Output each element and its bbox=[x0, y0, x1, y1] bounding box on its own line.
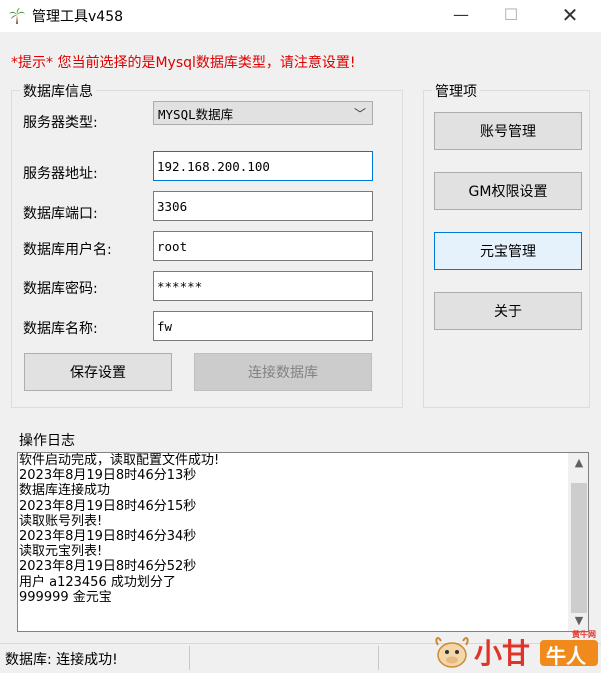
watermark-main-text: 小甘 bbox=[474, 637, 531, 670]
group-title-database-info: 数据库信息 bbox=[20, 81, 96, 101]
minimize-icon: — bbox=[453, 5, 469, 24]
close-icon: ✕ bbox=[561, 3, 579, 27]
chevron-down-icon: ﹀ bbox=[353, 107, 366, 121]
account-management-button[interactable]: 账号管理 bbox=[434, 112, 582, 150]
window-title: 管理工具v458 bbox=[32, 9, 124, 25]
log-line: 999999 金元宝 bbox=[19, 589, 112, 605]
gm-permission-button[interactable]: GM权限设置 bbox=[434, 172, 582, 210]
scroll-up-icon[interactable]: ▲ bbox=[569, 453, 588, 473]
minimize-button[interactable]: — bbox=[438, 0, 484, 30]
username-label: 数据库用户名: bbox=[23, 242, 112, 258]
about-button[interactable]: 关于 bbox=[434, 292, 582, 330]
log-line: 2023年8月19日8时46分52秒 bbox=[19, 559, 197, 575]
status-divider bbox=[189, 646, 190, 670]
operation-log[interactable]: 软件启动完成，读取配置文件成功! 2023年8月19日8时46分13秒 数据库连… bbox=[17, 452, 589, 632]
server-type-value: MYSQL数据库 bbox=[158, 106, 234, 122]
watermark-small-text: 黄牛网 bbox=[572, 630, 596, 639]
log-line: 软件启动完成，读取配置文件成功! bbox=[19, 453, 220, 468]
maximize-button[interactable]: ☐ bbox=[488, 0, 534, 30]
status-divider bbox=[378, 646, 379, 670]
group-title-management: 管理项 bbox=[432, 81, 480, 101]
palm-tree-icon bbox=[9, 8, 25, 24]
server-address-input[interactable]: 192.168.200.100 bbox=[153, 151, 373, 181]
port-label: 数据库端口: bbox=[23, 206, 98, 222]
port-input[interactable]: 3306 bbox=[153, 191, 373, 221]
scroll-thumb[interactable] bbox=[571, 483, 587, 613]
log-line: 2023年8月19日8时46分15秒 bbox=[19, 498, 197, 514]
log-line: 数据库连接成功 bbox=[19, 483, 111, 499]
log-lines: 软件启动完成，读取配置文件成功! 2023年8月19日8时46分13秒 数据库连… bbox=[18, 453, 566, 605]
server-address-label: 服务器地址: bbox=[23, 166, 98, 182]
log-line: 2023年8月19日8时46分13秒 bbox=[19, 468, 197, 484]
password-label: 数据库密码: bbox=[23, 281, 98, 297]
warning-message: *提示* 您当前选择的是Mysql数据库类型，请注意设置! bbox=[11, 55, 356, 71]
database-name-input[interactable]: fw bbox=[153, 311, 373, 341]
database-name-label: 数据库名称: bbox=[23, 321, 98, 337]
save-settings-button[interactable]: 保存设置 bbox=[24, 353, 172, 391]
log-line: 读取账号列表! bbox=[19, 513, 103, 529]
server-type-select[interactable]: MYSQL数据库 ﹀ bbox=[153, 101, 373, 125]
status-text: 数据库: 连接成功! bbox=[5, 652, 118, 668]
log-scrollbar[interactable]: ▲ ▼ bbox=[568, 453, 588, 631]
connect-database-button[interactable]: 连接数据库 bbox=[194, 353, 372, 391]
watermark-logo: 小甘 牛人 黄牛网 bbox=[432, 628, 601, 673]
password-input[interactable]: ****** bbox=[153, 271, 373, 301]
title-bar: 管理工具v458 — ☐ ✕ bbox=[0, 0, 601, 32]
username-input[interactable]: root bbox=[153, 231, 373, 261]
ox-mascot-icon bbox=[435, 637, 469, 668]
server-type-label: 服务器类型: bbox=[23, 115, 98, 131]
maximize-icon: ☐ bbox=[503, 5, 519, 24]
log-line: 读取元宝列表! bbox=[19, 544, 103, 560]
log-line: 用户 a123456 成功划分了 bbox=[19, 574, 176, 590]
log-line: 2023年8月19日8时46分34秒 bbox=[19, 529, 197, 545]
watermark-badge-text: 牛人 bbox=[546, 644, 586, 668]
log-title: 操作日志 bbox=[19, 433, 75, 449]
close-button[interactable]: ✕ bbox=[547, 0, 593, 30]
yuanbao-management-button[interactable]: 元宝管理 bbox=[434, 232, 582, 270]
